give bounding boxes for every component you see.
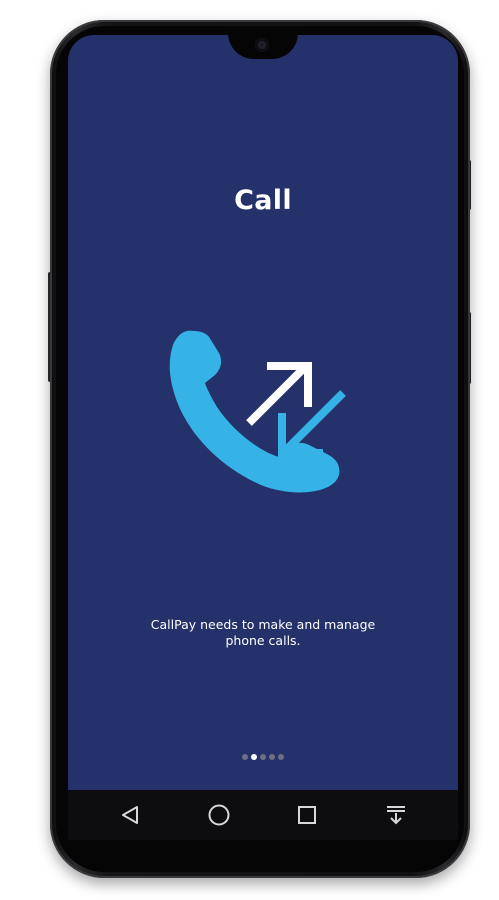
- permission-description: CallPay needs to make and manage phone c…: [108, 617, 418, 649]
- description-line-1: CallPay needs to make and manage: [150, 617, 376, 632]
- phone-chin: [68, 840, 458, 862]
- page-dot-5[interactable]: [278, 754, 284, 760]
- handset-shape: [169, 330, 340, 493]
- back-button[interactable]: [110, 795, 150, 835]
- notifications-pull-button[interactable]: [376, 795, 416, 835]
- page-dot-2[interactable]: [251, 754, 257, 760]
- device-mockup: Call CallPay needs to make and manage ph…: [0, 0, 499, 900]
- system-navigation-bar: [68, 790, 458, 840]
- onboarding-screen: Call CallPay needs to make and manage ph…: [68, 35, 458, 790]
- recents-square-icon: [298, 806, 317, 824]
- page-title: Call: [234, 185, 292, 216]
- pull-down-notifications-icon: [386, 806, 405, 825]
- phone-incoming-outgoing-icon: [169, 330, 346, 493]
- page-indicator: [68, 754, 458, 760]
- page-dot-4[interactable]: [269, 754, 275, 760]
- front-camera: [255, 38, 269, 52]
- recents-button[interactable]: [287, 795, 327, 835]
- home-button[interactable]: [199, 795, 239, 835]
- incoming-arrow: [278, 390, 346, 457]
- page-dot-1[interactable]: [242, 754, 248, 760]
- page-dot-3[interactable]: [260, 754, 266, 760]
- back-triangle-icon: [122, 806, 139, 824]
- description-line-2: phone calls.: [225, 633, 301, 648]
- home-circle-icon: [208, 804, 230, 826]
